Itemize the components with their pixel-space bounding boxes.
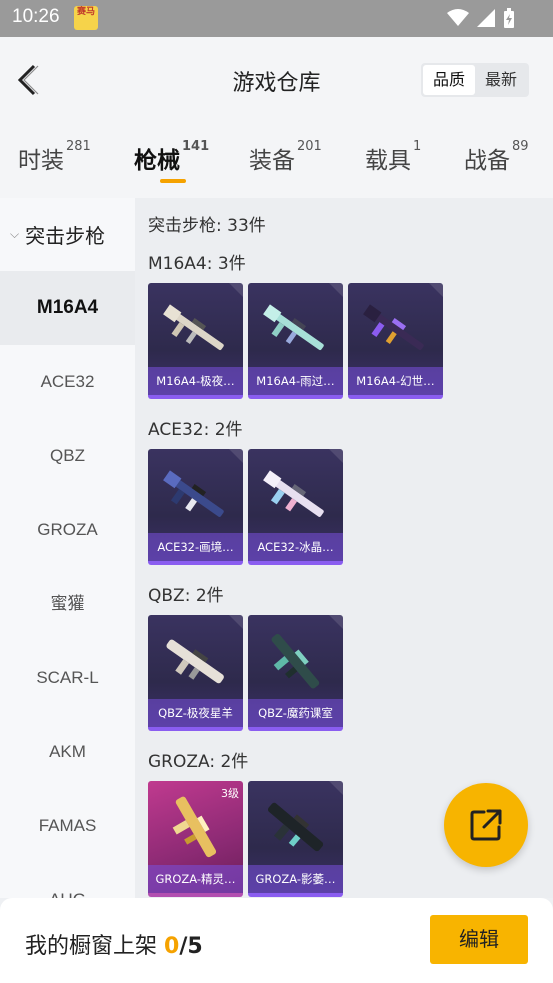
skin-card[interactable]: M16A4-幻世… (348, 283, 443, 399)
tab-label: 装备 (249, 148, 295, 174)
edit-button[interactable]: 编辑 (430, 915, 528, 964)
card-label: M16A4-极夜… (148, 367, 243, 395)
rifle-icon (163, 304, 224, 351)
card-row: ACE32-画境… ACE32-冰晶… (148, 449, 553, 565)
app-notification-icon: 赛马 (74, 6, 98, 30)
sidebar-item-ace32[interactable]: ACE32 (0, 345, 135, 419)
tab-count: 281 (66, 139, 91, 154)
section-title: GROZA: 2件 (148, 752, 249, 772)
card-label: ACE32-画境… (148, 533, 243, 561)
external-share-icon (470, 809, 502, 841)
category-tabs: 时装281 枪械141 装备201 载具1 战备89 (0, 123, 553, 198)
card-label: M16A4-幻世… (348, 367, 443, 395)
card-row: QBZ-极夜星羊 QBZ-魔药课室 (148, 615, 553, 731)
tab-equipment[interactable]: 装备201 (249, 139, 322, 175)
rifle-icon (267, 802, 324, 852)
showcase-shelf-status: 我的橱窗上架 0/5 (25, 928, 203, 960)
status-time: 10:26 (12, 6, 60, 27)
rifle-icon (263, 470, 324, 517)
header: 游戏仓库 品质 最新 (0, 37, 553, 123)
card-label: QBZ-极夜星羊 (148, 699, 243, 727)
shelf-label: 我的橱窗上架 (25, 934, 158, 959)
sidebar-item-honey-badger[interactable]: 蜜獾 (0, 567, 135, 641)
skin-card[interactable]: M16A4-极夜… (148, 283, 243, 399)
chevron-down-icon: ⌵ (10, 227, 20, 241)
rifle-icon (163, 470, 224, 517)
tab-count: 89 (512, 139, 529, 154)
tab-active-indicator (160, 179, 186, 183)
sidebar-item-famas[interactable]: FAMAS (0, 789, 135, 863)
share-fab-button[interactable] (444, 783, 528, 867)
bottom-bar: 我的橱窗上架 0/5 编辑 (0, 898, 553, 983)
card-label: GROZA-影萎… (248, 865, 343, 893)
skin-card[interactable]: ACE32-画境… (148, 449, 243, 565)
section-title: M16A4: 3件 (148, 254, 246, 274)
card-row: M16A4-极夜… M16A4-雨过… M16A4-幻世… (148, 283, 553, 399)
tab-count: 141 (182, 139, 210, 154)
sidebar-item-groza[interactable]: GROZA (0, 493, 135, 567)
sidebar-item-aug[interactable]: AUG (0, 863, 135, 898)
sidebar-item-scar-l[interactable]: SCAR-L (0, 641, 135, 715)
tab-guns[interactable]: 枪械141 (134, 139, 210, 183)
tab-count: 1 (413, 139, 422, 154)
sidebar-group-assault-rifles[interactable]: ⌵ 突击步枪 (0, 198, 135, 271)
sidebar-item-qbz[interactable]: QBZ (0, 419, 135, 493)
signal-icon (477, 9, 495, 27)
card-label: GROZA-精灵… (148, 865, 243, 893)
sidebar-item-m16a4[interactable]: M16A4 (0, 271, 135, 345)
skin-card[interactable]: 3级 GROZA-精灵… (148, 781, 243, 897)
rifle-icon (172, 796, 217, 858)
shelf-total: /5 (179, 934, 203, 959)
battery-icon (504, 8, 514, 28)
rifle-icon (263, 304, 324, 351)
rifle-icon (166, 639, 224, 684)
weapon-sidebar: ⌵ 突击步枪 M16A4 ACE32 QBZ GROZA 蜜獾 SCAR-L A… (0, 198, 135, 898)
section-title: ACE32: 2件 (148, 420, 243, 440)
card-label: QBZ-魔药课室 (248, 699, 343, 727)
shelf-count: 0 (164, 934, 180, 959)
wifi-icon (447, 9, 469, 26)
skin-card[interactable]: M16A4-雨过… (248, 283, 343, 399)
skin-card[interactable]: ACE32-冰晶… (248, 449, 343, 565)
tab-supplies[interactable]: 战备89 (464, 139, 529, 175)
skin-card[interactable]: QBZ-魔药课室 (248, 615, 343, 731)
tab-label: 载具 (365, 148, 411, 174)
status-bar: 10:26 赛马 (0, 0, 553, 37)
sort-quality-button[interactable]: 品质 (423, 65, 475, 95)
tab-fashion[interactable]: 时装281 (18, 139, 91, 175)
tab-label: 枪械 (134, 148, 180, 174)
tab-label: 时装 (18, 148, 64, 174)
skin-card[interactable]: GROZA-影萎… (248, 781, 343, 897)
system-icons (447, 8, 515, 28)
skin-card[interactable]: QBZ-极夜星羊 (148, 615, 243, 731)
section-title: QBZ: 2件 (148, 586, 224, 606)
sort-latest-button[interactable]: 最新 (475, 65, 527, 95)
rifle-icon (363, 304, 424, 351)
card-label: ACE32-冰晶… (248, 533, 343, 561)
card-label: M16A4-雨过… (248, 367, 343, 395)
tab-count: 201 (297, 139, 322, 154)
sidebar-item-akm[interactable]: AKM (0, 715, 135, 789)
tab-label: 战备 (464, 148, 510, 174)
category-title: 突击步枪: 33件 (148, 216, 266, 236)
sidebar-group-label: 突击步枪 (25, 224, 106, 248)
rifle-icon (271, 633, 320, 689)
tab-vehicles[interactable]: 载具1 (365, 139, 422, 175)
sort-toggle: 品质 最新 (421, 63, 529, 97)
